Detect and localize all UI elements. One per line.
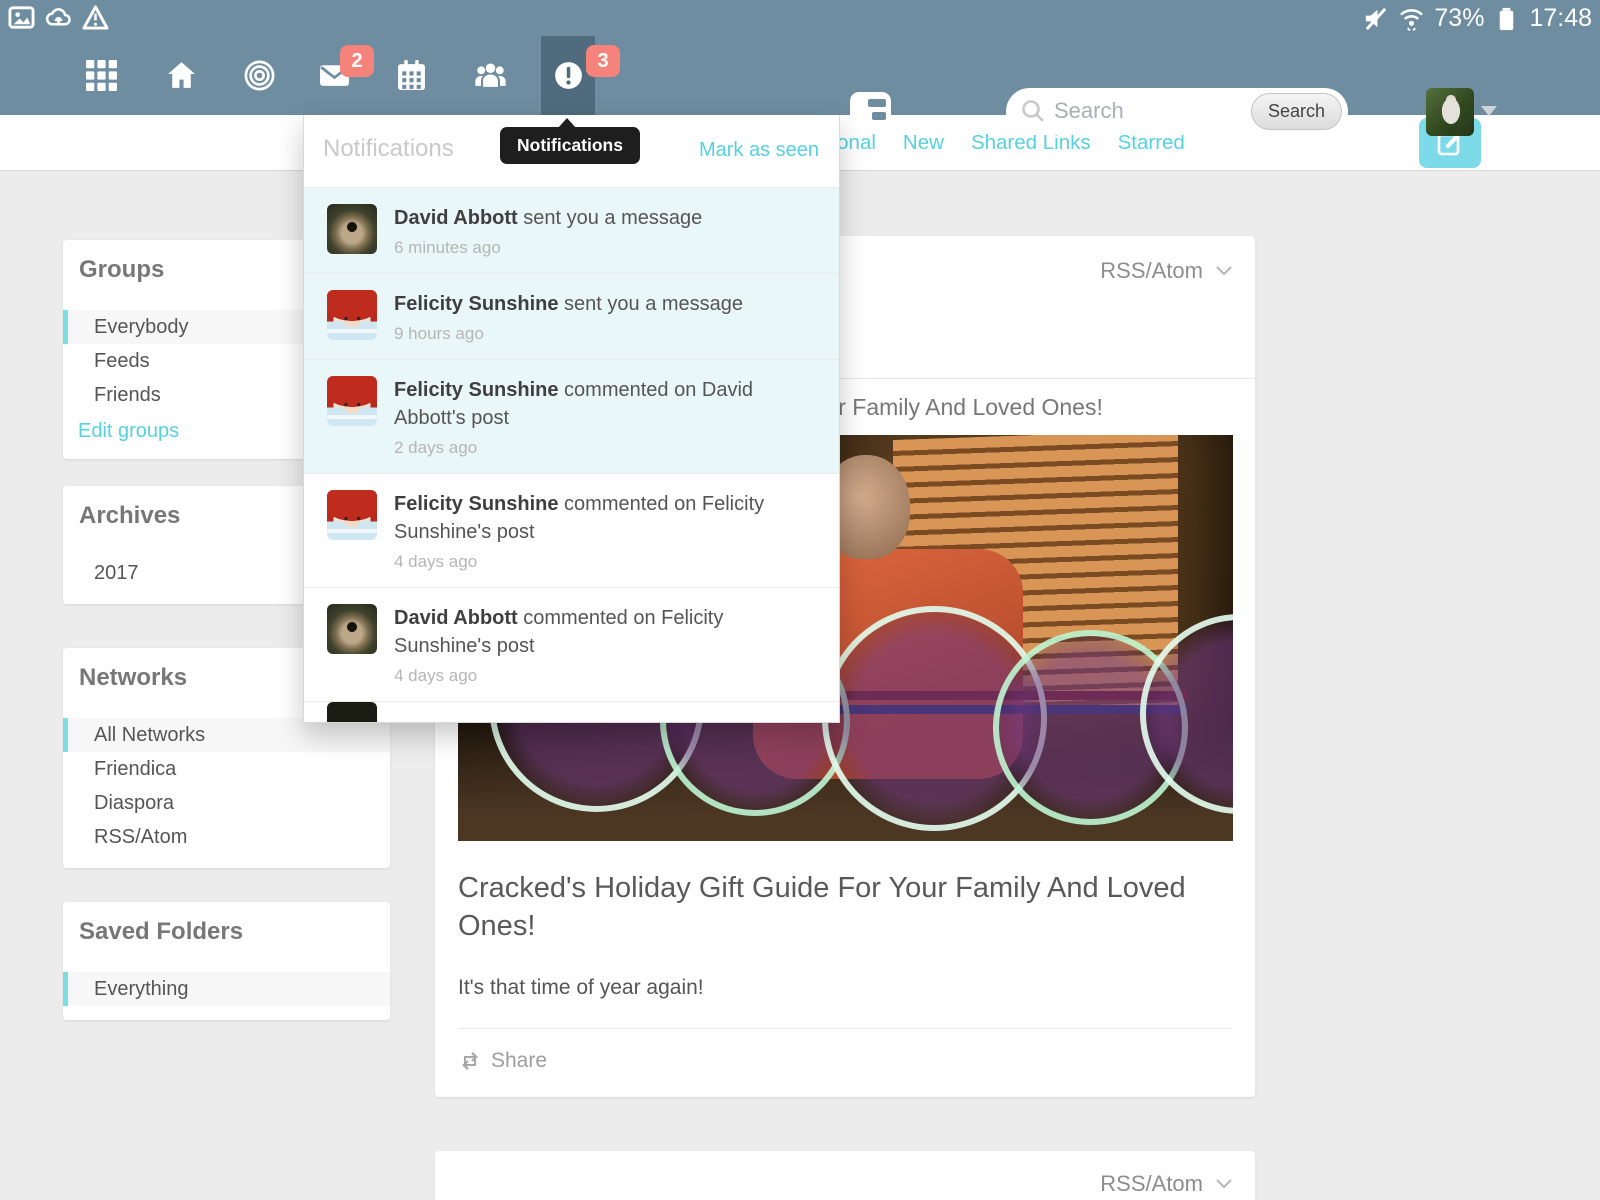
notification-time: 4 days ago (394, 552, 814, 572)
notification-time: 6 minutes ago (394, 238, 702, 258)
notification-time: 9 hours ago (394, 324, 743, 344)
retweet-icon (458, 1050, 482, 1072)
post-network-badge[interactable]: RSS/Atom (1100, 1171, 1203, 1197)
notification-actor: David Abbott (394, 207, 518, 229)
notifications-tooltip: Notifications (500, 127, 640, 164)
nav-network-button[interactable] (232, 36, 286, 115)
alert-icon (552, 59, 585, 92)
post-title: Cracked's Holiday Gift Guide For Your Fa… (458, 869, 1232, 946)
sidebar-item-network[interactable]: Friendica (63, 752, 390, 786)
notification-item[interactable]: Felicity Sunshine sent you a message 9 h… (304, 273, 839, 359)
sidebar-item-network[interactable]: All Networks (63, 718, 390, 752)
notification-actor: Felicity Sunshine (394, 493, 558, 515)
saved-folders-title: Saved Folders (63, 902, 390, 960)
home-icon (165, 59, 198, 92)
messages-badge: 2 (340, 45, 374, 77)
sidebar-item-network[interactable]: RSS/Atom (63, 820, 390, 854)
notification-avatar (327, 702, 377, 723)
cloud-upload-icon (45, 4, 72, 31)
notification-item[interactable]: David Abbott sent you a message 6 minute… (304, 187, 839, 273)
notification-actor: David Abbott (394, 607, 518, 629)
nav-apps-button[interactable] (74, 36, 128, 115)
nav-contacts-button[interactable] (463, 36, 517, 115)
post-body: It's that time of year again! (458, 976, 1232, 1000)
notification-time: 2 days ago (394, 438, 814, 458)
warning-icon (82, 4, 109, 31)
battery-percent: 73% (1434, 4, 1484, 33)
notification-avatar (327, 490, 377, 540)
search-button[interactable]: Search (1251, 93, 1342, 130)
notification-time: 4 days ago (394, 666, 814, 686)
top-navbar: 2 3 Search (0, 36, 1600, 115)
notification-item[interactable]: Felicity Sunshine commented on David Abb… (304, 359, 839, 473)
user-avatar[interactable] (1426, 88, 1474, 136)
saved-folders-panel: Saved Folders Everything (63, 902, 390, 1020)
notifications-title: Notifications (323, 135, 454, 163)
grid-icon (85, 59, 118, 92)
battery-icon (1493, 5, 1520, 32)
notification-avatar (327, 204, 377, 254)
chevron-down-icon[interactable] (1215, 264, 1233, 278)
divider (458, 1028, 1232, 1029)
notification-item[interactable]: Felicity Sunshine commented on Felicity … (304, 473, 839, 587)
notification-avatar (327, 290, 377, 340)
screen: 73% 17:48 2 3 (0, 0, 1600, 1200)
notification-avatar (327, 376, 377, 426)
sidebar-item-folder[interactable]: Everything (63, 972, 390, 1006)
target-icon (243, 59, 276, 92)
nav-home-button[interactable] (154, 36, 208, 115)
clock: 17:48 (1529, 4, 1592, 33)
notification-avatar (327, 604, 377, 654)
notification-actor: Felicity Sunshine (394, 379, 558, 401)
notification-item-partial[interactable] (304, 701, 839, 717)
notification-item[interactable]: David Abbott commented on Felicity Sunsh… (304, 587, 839, 701)
notification-action: sent you a message (564, 293, 743, 315)
sidebar-item-network[interactable]: Diaspora (63, 786, 390, 820)
next-post-card: RSS/Atom (435, 1151, 1255, 1200)
wifi-icon (1398, 5, 1425, 32)
feed-tab[interactable]: New (903, 131, 944, 155)
search-input[interactable] (1054, 89, 1264, 133)
mark-as-seen-link[interactable]: Mark as seen (699, 139, 819, 162)
notifications-badge: 3 (586, 45, 620, 77)
search-icon (1020, 98, 1046, 124)
chevron-down-icon[interactable] (1215, 1177, 1233, 1191)
post-network-badge[interactable]: RSS/Atom (1100, 258, 1203, 284)
share-button[interactable]: Share (458, 1049, 1232, 1073)
people-icon (474, 59, 507, 92)
search-box: Search (1006, 88, 1348, 135)
chevron-down-icon[interactable] (1481, 106, 1497, 116)
nav-events-button[interactable] (384, 36, 438, 115)
mute-icon (1362, 5, 1389, 32)
android-status-bar: 73% 17:48 (0, 0, 1600, 36)
notification-actor: Felicity Sunshine (394, 293, 558, 315)
notifications-dropdown: Notifications Mark as seen David Abbott … (303, 115, 840, 723)
notification-action: sent you a message (523, 207, 702, 229)
share-label: Share (491, 1049, 547, 1073)
screenshot-icon (8, 4, 35, 31)
notifications-list: David Abbott sent you a message 6 minute… (304, 187, 839, 701)
friendica-logo[interactable] (850, 92, 891, 133)
calendar-icon (395, 59, 428, 92)
